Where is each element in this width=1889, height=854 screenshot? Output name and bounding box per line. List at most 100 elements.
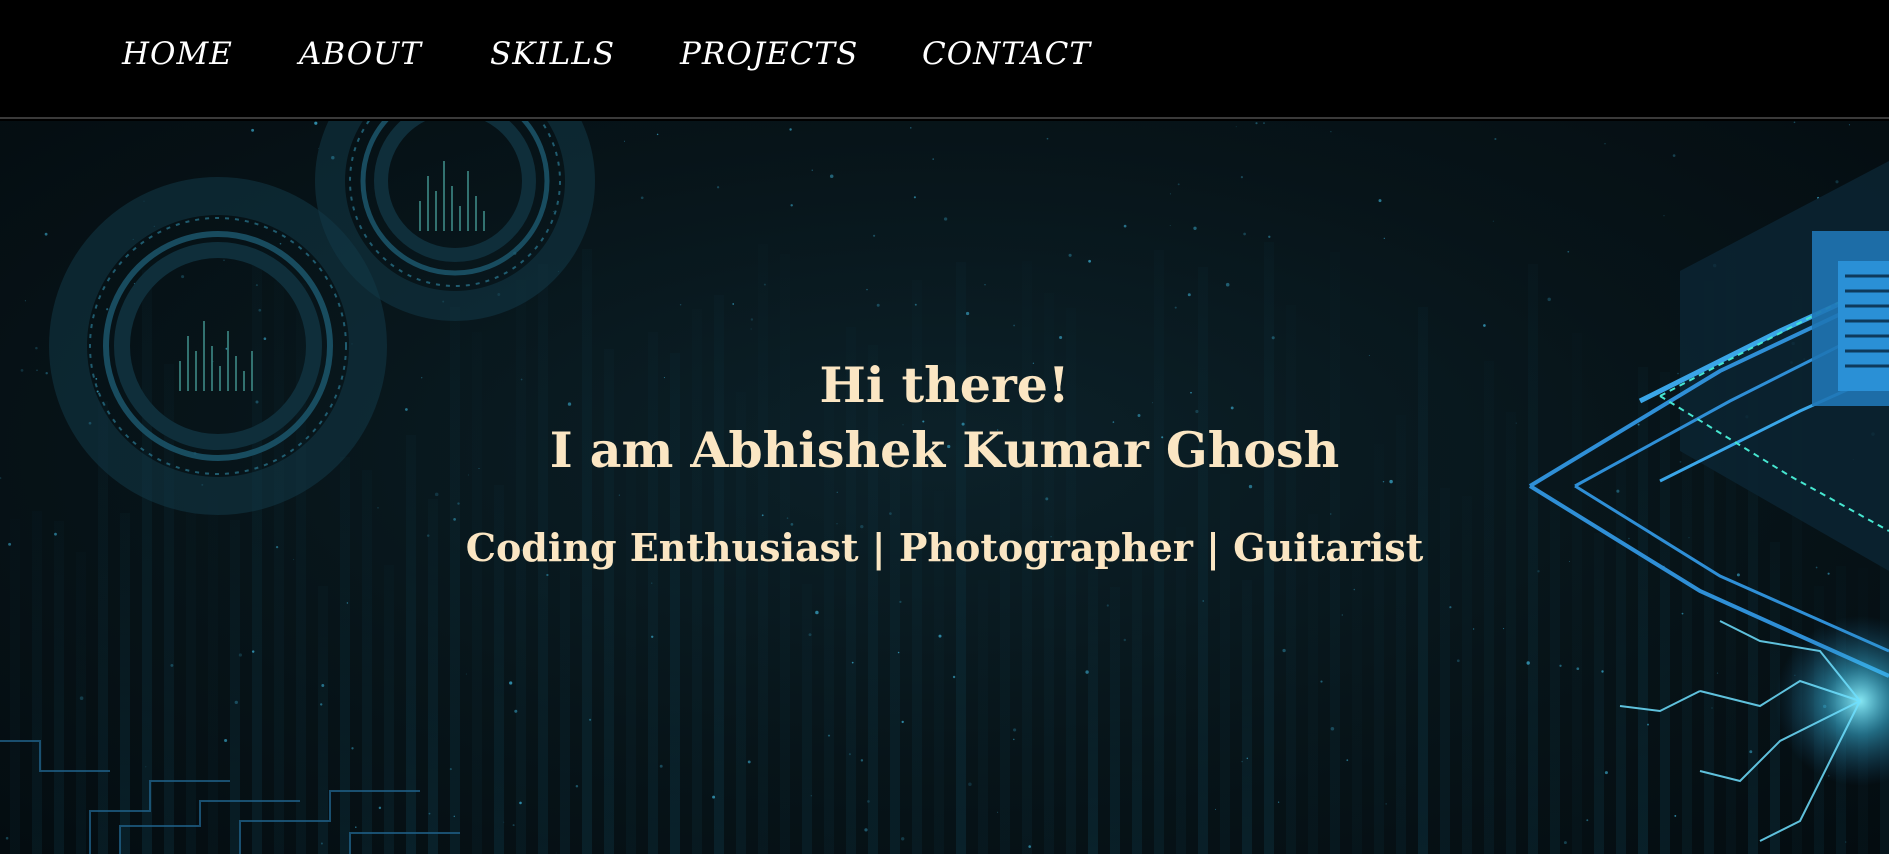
star-particle xyxy=(1547,297,1551,302)
star-particle xyxy=(712,795,716,799)
star-particle xyxy=(640,196,644,200)
star-particle xyxy=(1711,707,1713,709)
star-particle xyxy=(876,303,880,307)
star-particle xyxy=(555,852,557,854)
star-particle xyxy=(914,303,917,306)
star-particle xyxy=(651,582,653,584)
star-particle xyxy=(624,140,625,142)
star-particle xyxy=(1494,137,1497,141)
star-particle xyxy=(1353,588,1356,591)
star-particle xyxy=(234,700,238,705)
star-particle xyxy=(44,232,48,236)
star-particle xyxy=(1346,759,1349,762)
star-particle xyxy=(552,211,554,213)
star-particle xyxy=(897,651,900,654)
code-column xyxy=(978,580,988,854)
star-particle xyxy=(509,681,513,685)
star-particle xyxy=(1389,479,1393,484)
star-particle xyxy=(943,217,948,221)
star-particle xyxy=(901,720,904,724)
star-particle xyxy=(434,492,439,497)
star-particle xyxy=(1045,497,1049,501)
star-particle xyxy=(1282,648,1286,653)
star-particle xyxy=(223,259,225,262)
nav-contact-link[interactable]: CONTACT xyxy=(922,36,1091,72)
star-particle xyxy=(1088,259,1091,263)
star-particle xyxy=(659,764,663,768)
nav-about-link[interactable]: ABOUT xyxy=(299,36,422,72)
star-particle xyxy=(255,284,258,287)
star-particle xyxy=(512,824,515,827)
nav-skills-link[interactable]: SKILLS xyxy=(490,36,615,72)
star-particle xyxy=(1586,819,1589,822)
star-particle xyxy=(589,718,592,721)
star-particle xyxy=(1174,306,1177,309)
star-particle xyxy=(1255,122,1258,125)
star-particle xyxy=(314,121,318,125)
star-particle xyxy=(808,633,812,637)
code-column xyxy=(1242,580,1252,854)
star-particle xyxy=(35,346,38,350)
code-column xyxy=(340,457,350,854)
star-particle xyxy=(1193,226,1197,230)
star-particle xyxy=(1013,728,1017,732)
star-particle xyxy=(836,491,838,493)
star-particle xyxy=(181,275,185,279)
star-particle xyxy=(1604,771,1608,775)
star-particle xyxy=(24,300,26,302)
star-particle xyxy=(786,517,789,519)
star-particle xyxy=(320,842,323,845)
star-particle xyxy=(1383,237,1385,239)
star-particle xyxy=(1844,841,1847,843)
star-particle xyxy=(867,800,870,803)
star-particle xyxy=(763,283,766,286)
star-particle xyxy=(827,734,831,737)
star-particle xyxy=(997,811,999,813)
star-particle xyxy=(618,494,620,496)
nav-home-link[interactable]: HOME xyxy=(122,36,233,72)
star-particle xyxy=(1848,124,1850,126)
star-particle xyxy=(1137,414,1141,417)
star-particle xyxy=(750,328,752,330)
star-particle xyxy=(1716,672,1719,674)
code-column xyxy=(1616,461,1626,854)
star-particle xyxy=(848,753,851,756)
code-column xyxy=(54,521,64,854)
star-particle xyxy=(5,836,9,840)
code-column xyxy=(560,546,570,854)
star-particle xyxy=(815,610,819,615)
star-particle xyxy=(1827,572,1830,575)
hero-background-image xyxy=(0,121,1889,854)
star-particle xyxy=(453,518,456,521)
star-particle xyxy=(503,821,505,823)
star-particle xyxy=(428,812,431,815)
code-column xyxy=(1132,561,1142,854)
hero-greeting: Hi there! xyxy=(819,356,1070,414)
star-particle xyxy=(1240,176,1243,179)
star-particle xyxy=(811,169,813,171)
star-particle xyxy=(238,653,242,657)
star-particle xyxy=(1202,600,1204,602)
code-column xyxy=(76,552,86,854)
code-column xyxy=(230,520,240,854)
star-particle xyxy=(1616,489,1620,493)
star-particle xyxy=(1243,232,1246,236)
star-particle xyxy=(860,759,864,762)
star-particle xyxy=(351,747,354,750)
star-particle xyxy=(1263,122,1265,124)
code-column xyxy=(1594,533,1604,854)
star-particle xyxy=(1268,235,1271,238)
star-particle xyxy=(453,815,456,818)
nav-projects-link[interactable]: PROJECTS xyxy=(680,36,858,72)
star-particle xyxy=(1674,814,1677,817)
code-column xyxy=(1110,587,1120,854)
star-particle xyxy=(851,661,854,664)
star-particle xyxy=(1085,670,1089,674)
star-particle xyxy=(866,288,868,291)
star-particle xyxy=(1320,680,1323,683)
star-particle xyxy=(145,766,147,768)
star-particle xyxy=(251,650,255,653)
star-particle xyxy=(1235,126,1237,128)
star-particle xyxy=(864,828,868,832)
star-particle xyxy=(1059,335,1063,340)
